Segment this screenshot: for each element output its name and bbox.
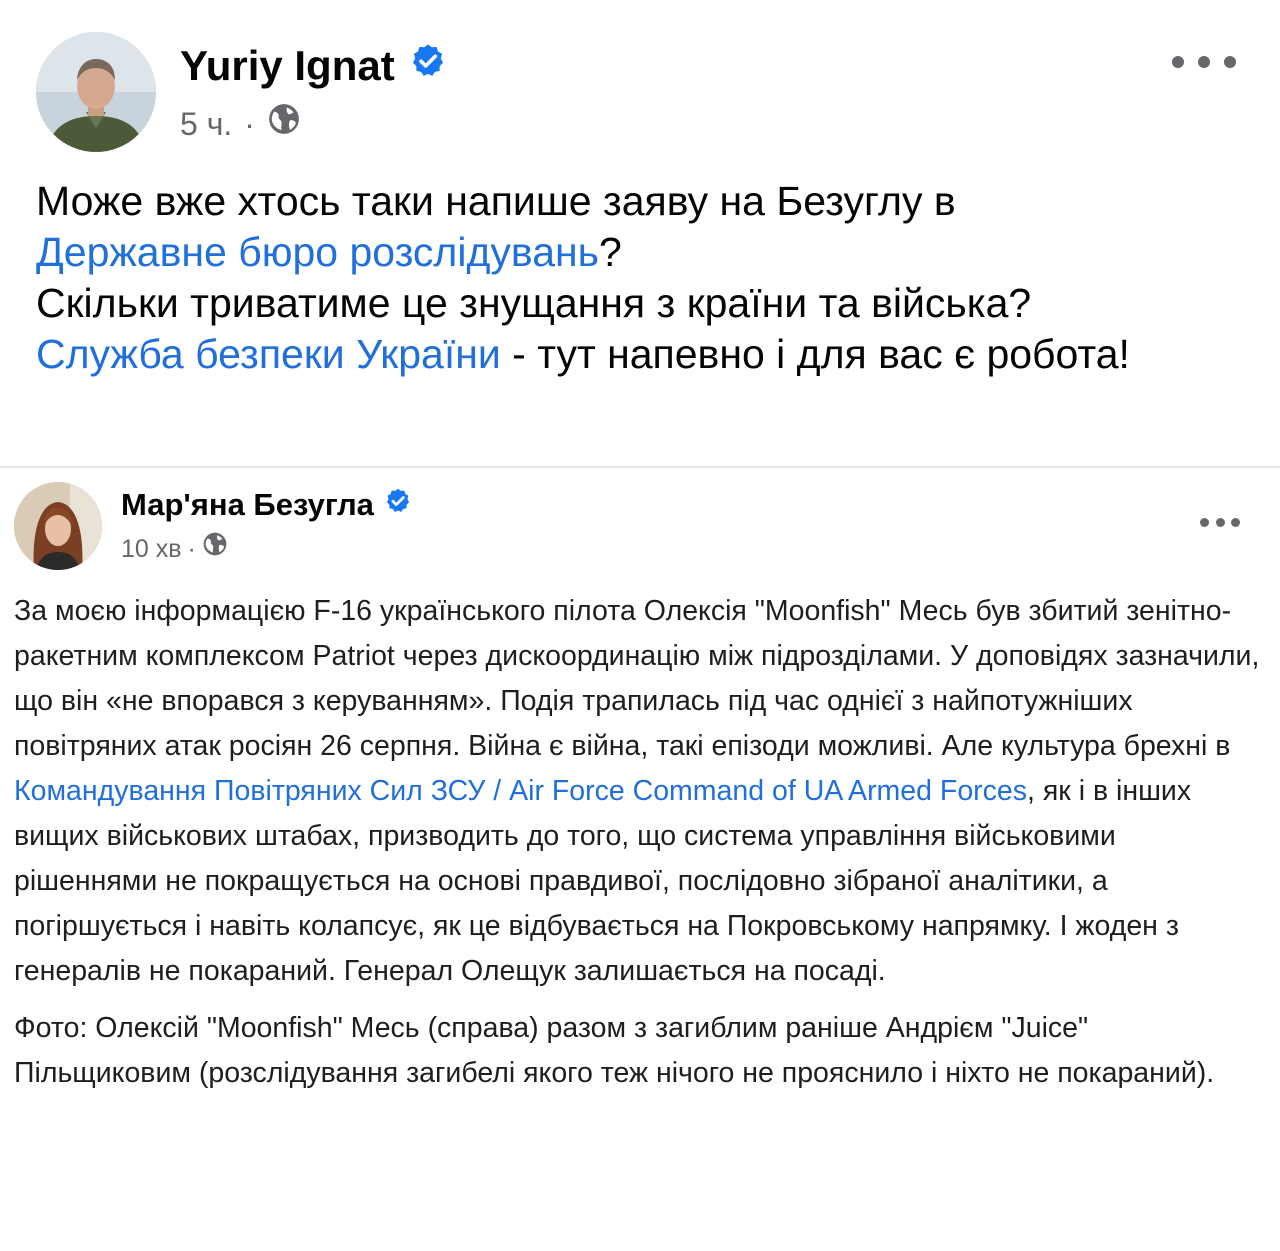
shared-author-name[interactable]: Мар'яна Безугла <box>121 485 374 525</box>
more-dot <box>1172 56 1184 68</box>
shared-paragraph-1-start: За моєю інформацією F-16 українського пі… <box>14 595 1260 762</box>
author-name[interactable]: Yuriy Ignat <box>180 40 395 92</box>
shared-avatar-photo <box>14 482 102 570</box>
more-options-icon[interactable] <box>1172 46 1236 78</box>
link-dbr[interactable]: Державне бюро розслідувань <box>36 229 599 275</box>
more-dot <box>1215 517 1225 527</box>
shared-paragraph-2: Фото: Олексій "Moonfish" Месь (справа) р… <box>14 1012 1215 1089</box>
post-text-question: ? <box>599 229 622 275</box>
link-air-force-command[interactable]: Командування Повітряних Сил ЗСУ / Air Fo… <box>14 775 1027 807</box>
more-dot <box>1231 517 1240 527</box>
post-text-line3: Скільки триватиме це знущання з країни т… <box>36 280 1032 326</box>
shared-post-meta: 10 хв · <box>121 531 228 566</box>
more-dot <box>1224 56 1236 68</box>
shared-author-avatar[interactable] <box>14 482 102 570</box>
meta-separator: · <box>244 105 255 142</box>
shared-paragraph-1: За моєю інформацією F-16 українського пі… <box>14 589 1264 994</box>
post-text-line1: Може вже хтось таки напише заяву на Безу… <box>36 178 956 224</box>
globe-icon[interactable] <box>267 102 301 145</box>
shared-post[interactable]: Мар'яна Безугла 10 хв · За моєю інформац… <box>0 466 1280 1251</box>
post-text: Може вже хтось таки напише заяву на Безу… <box>36 176 1246 380</box>
post-timestamp[interactable]: 5 ч. <box>180 104 232 144</box>
shared-author-name-row: Мар'яна Безугла <box>121 485 412 525</box>
verified-badge-icon <box>409 40 447 92</box>
more-options-icon[interactable] <box>1200 514 1240 530</box>
link-sbu[interactable]: Служба безпеки України <box>36 331 501 377</box>
more-dot <box>1200 517 1209 527</box>
shared-post-text: За моєю інформацією F-16 українського пі… <box>14 589 1264 1096</box>
facebook-post: Yuriy Ignat 5 ч. · Може вже хтось таки н… <box>0 0 1280 1251</box>
meta-separator: · <box>187 534 196 563</box>
avatar-photo <box>36 32 156 152</box>
shared-post-timestamp[interactable]: 10 хв <box>121 532 182 566</box>
more-dot <box>1198 56 1210 68</box>
verified-badge-icon <box>384 485 412 525</box>
author-avatar[interactable] <box>36 32 156 152</box>
post-meta: 5 ч. · <box>180 102 301 145</box>
author-name-row: Yuriy Ignat <box>180 40 447 92</box>
post-text-tail: - тут напевно і для вас є робота! <box>500 331 1130 377</box>
globe-icon[interactable] <box>202 531 228 566</box>
